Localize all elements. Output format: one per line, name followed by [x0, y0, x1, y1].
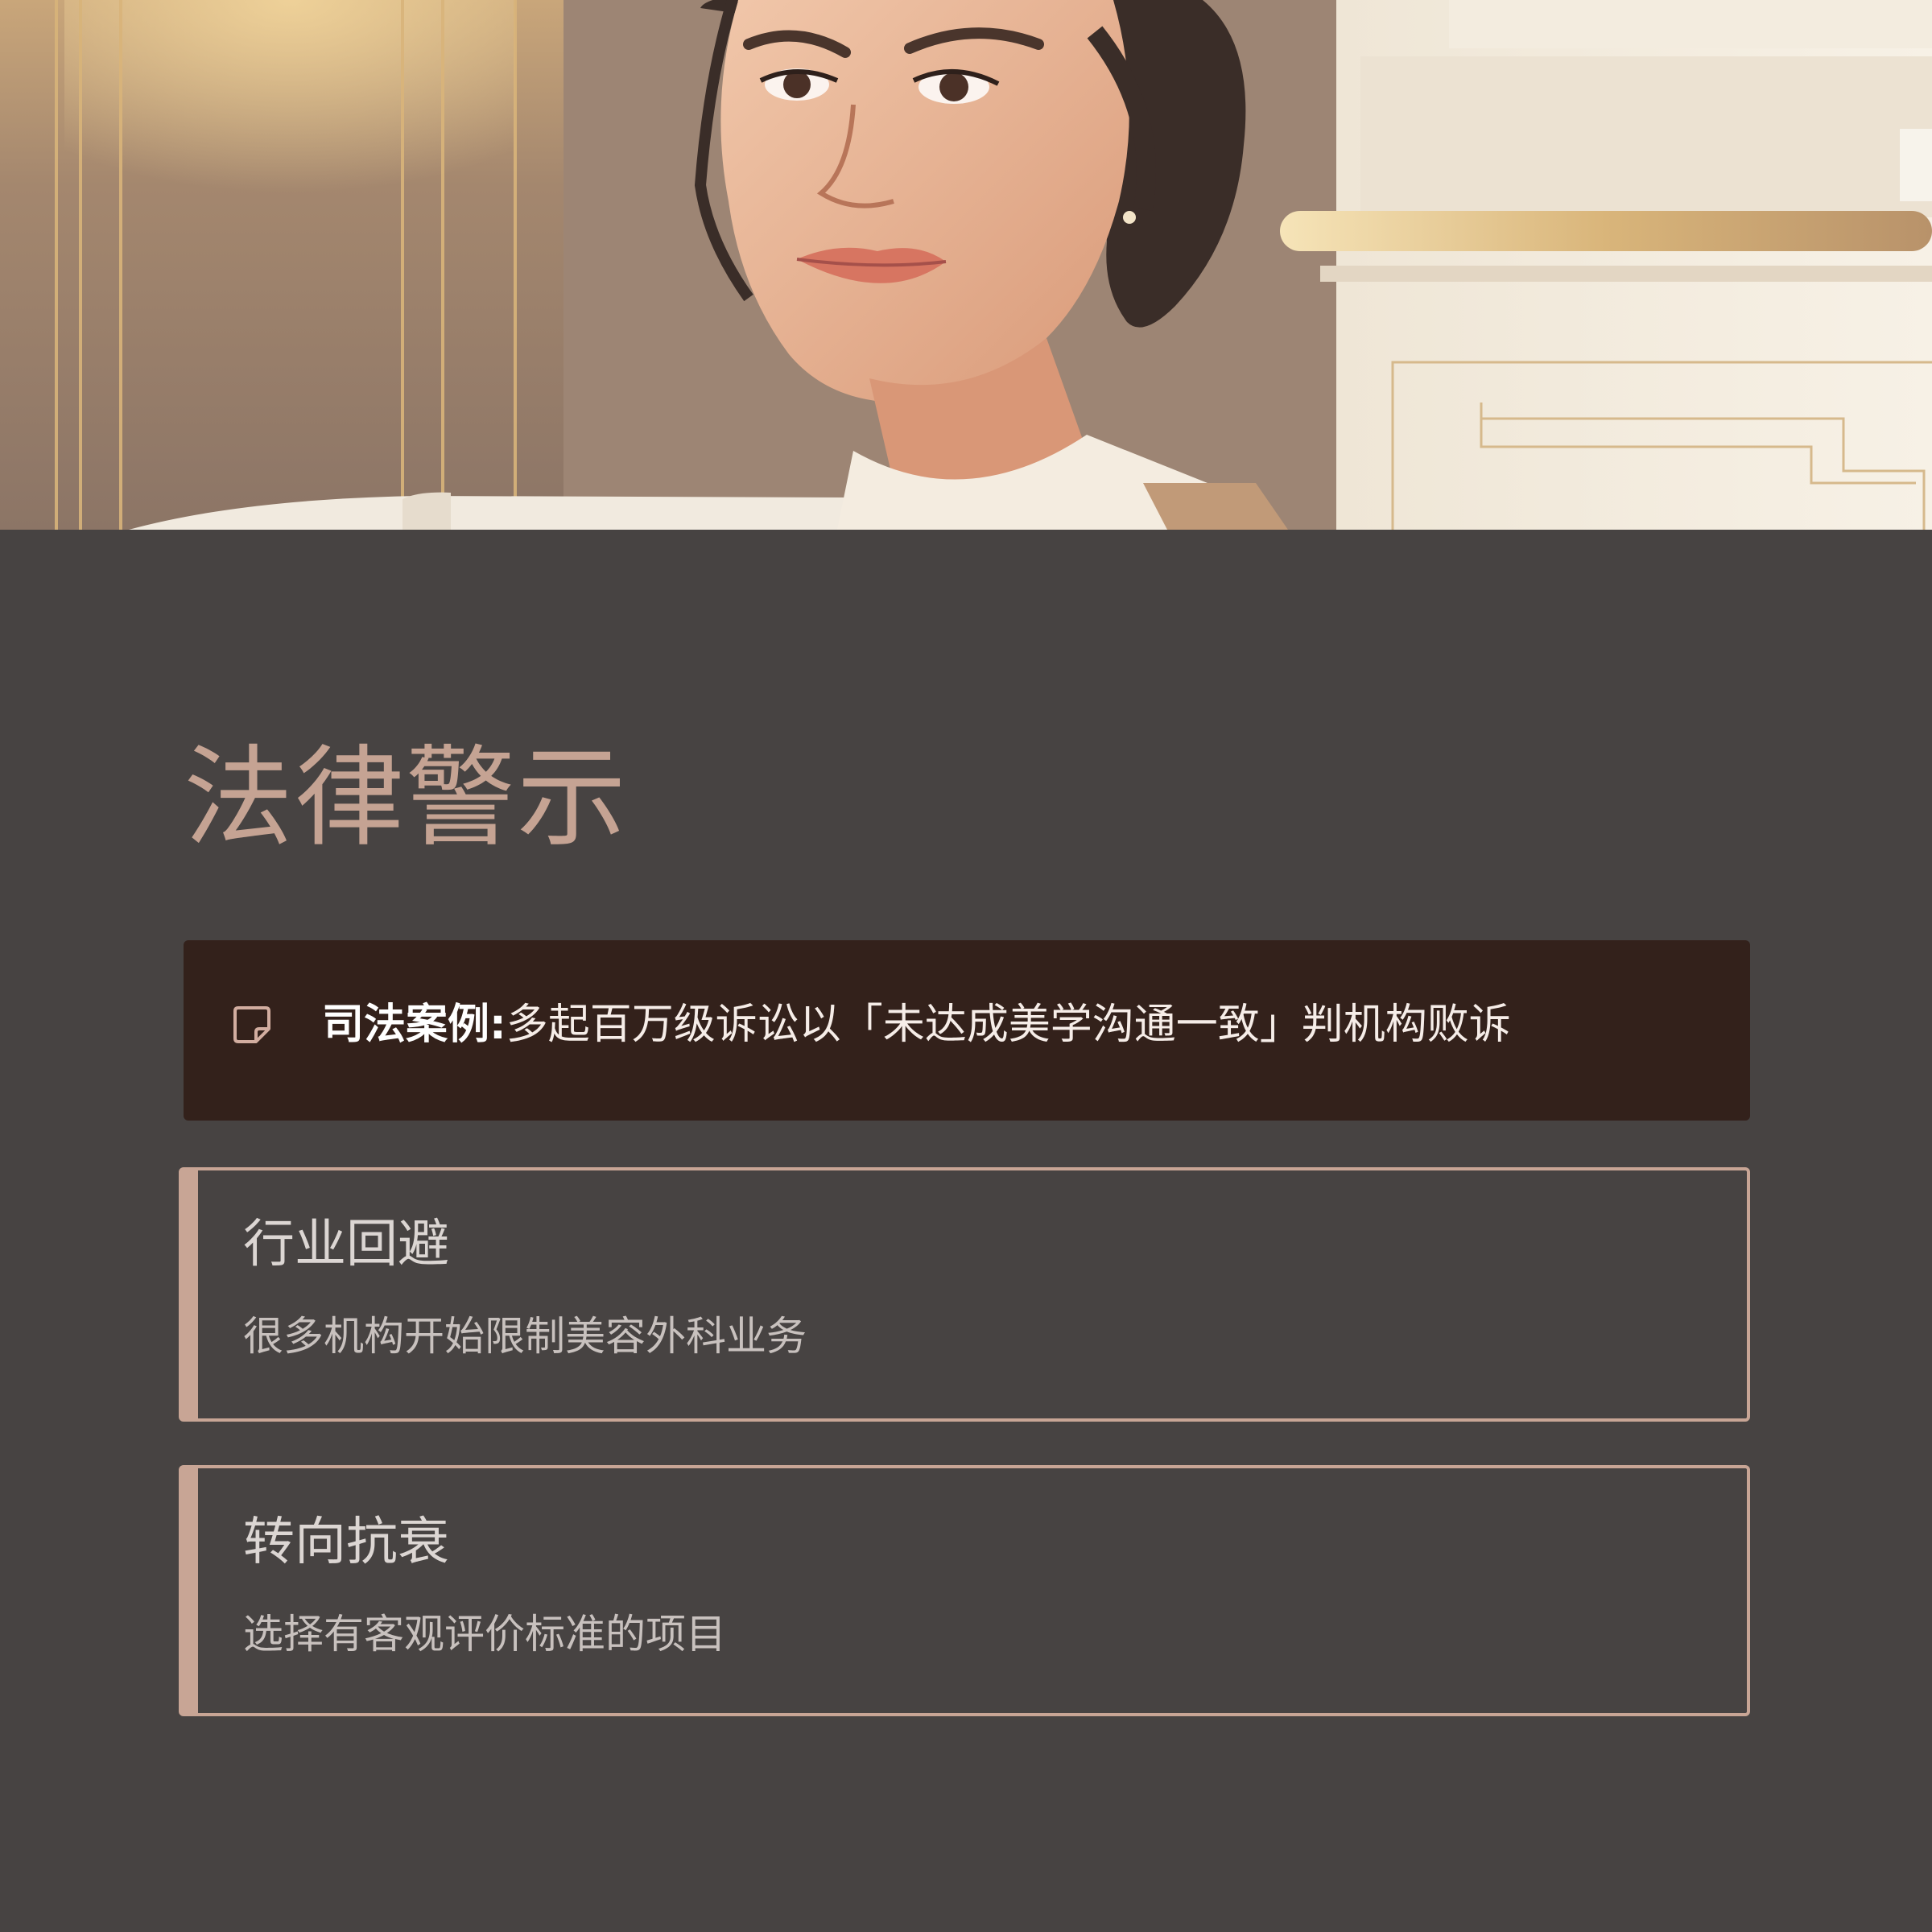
case-description: 多起百万级诉讼以「未达成美学沟通一致」判机构败诉: [506, 1001, 1511, 1049]
card-title: 行业回避: [243, 1215, 449, 1274]
page-title: 法律警示: [184, 735, 628, 862]
case-text: 司法案例:多起百万级诉讼以「未达成美学沟通一致」判机构败诉: [322, 998, 1511, 1051]
info-card-industry-avoidance: 行业回避 很多机构开始限制美容外科业务: [179, 1167, 1750, 1422]
case-label: 司法案例:: [322, 1001, 506, 1049]
note-icon: [233, 1006, 270, 1043]
page: 法律警示 司法案例:多起百万级诉讼以「未达成美学沟通一致」判机构败诉 行业回避 …: [0, 0, 1932, 1932]
info-card-shift-anti-aging: 转向抗衰 选择有客观评价标准的项目: [179, 1465, 1750, 1716]
header-illustration: [0, 0, 1932, 530]
card-description: 选择有客观评价标准的项目: [243, 1611, 726, 1657]
case-banner: 司法案例:多起百万级诉讼以「未达成美学沟通一致」判机构败诉: [184, 940, 1750, 1121]
card-description: 很多机构开始限制美容外科业务: [243, 1313, 807, 1360]
portrait-illustration: [0, 0, 1932, 530]
card-title: 转向抗衰: [243, 1513, 449, 1572]
